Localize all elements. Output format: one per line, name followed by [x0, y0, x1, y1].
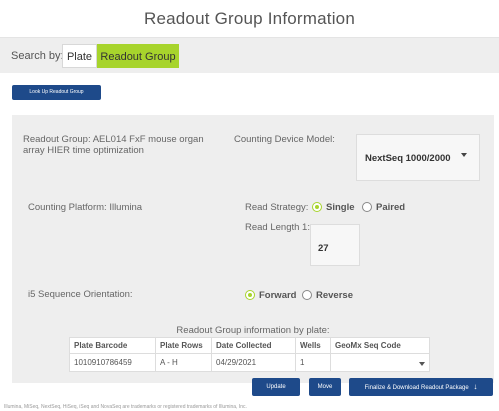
read-strategy-single-label: Single — [326, 202, 355, 213]
readout-group-panel: Readout Group: AEL014 FxF mouse organ ar… — [12, 115, 494, 396]
update-button[interactable]: Update — [252, 378, 300, 396]
wells-cell: 1 — [295, 353, 331, 372]
readout-group-name: Readout Group: AEL014 FxF mouse organ ar… — [23, 134, 204, 156]
chevron-down-icon — [461, 153, 467, 157]
download-arrow-icon: ↓ — [473, 382, 478, 391]
i5-forward-radio[interactable] — [245, 290, 255, 300]
counting-device-value: NextSeq 1000/2000 — [365, 153, 451, 164]
i5-orientation-label: i5 Sequence Orientation: — [28, 289, 133, 300]
read-strategy-paired-radio[interactable] — [362, 202, 372, 212]
finalize-download-button[interactable]: Finalize & Download Readout Package ↓ — [349, 378, 493, 396]
search-by-bar: Search by: Plate Readout Group — [0, 37, 499, 73]
search-readout-group-toggle[interactable]: Readout Group — [97, 44, 179, 68]
date-collected-cell: 04/29/2021 — [211, 353, 296, 372]
plate-barcode-link[interactable]: 1010910786459 — [69, 353, 156, 372]
counting-device-select[interactable]: NextSeq 1000/2000 — [356, 134, 480, 181]
read-strategy-single-radio[interactable] — [312, 202, 322, 212]
read-length-value: 27 — [318, 243, 329, 254]
column-header: Plate Rows — [155, 337, 212, 354]
footer-trademark-text: Illumina, MiSeq, NextSeq, HiSeq, iSeq an… — [4, 404, 247, 410]
geomx-seq-code-select[interactable] — [330, 353, 430, 372]
move-button[interactable]: Move — [309, 378, 341, 396]
table-row: 1010910786459 A - H 04/29/2021 1 — [69, 353, 430, 372]
look-up-readout-group-button[interactable]: Look Up Readout Group — [12, 85, 101, 100]
counting-device-label: Counting Device Model: — [234, 134, 335, 145]
read-strategy-label: Read Strategy: — [245, 202, 309, 213]
finalize-download-label: Finalize & Download Readout Package — [364, 385, 469, 391]
plates-table: Plate Barcode Plate Rows Date Collected … — [69, 337, 430, 372]
read-length-field[interactable]: 27 — [310, 224, 360, 266]
search-by-label: Search by: — [11, 50, 64, 62]
counting-platform: Counting Platform: Illumina — [28, 202, 143, 213]
search-plate-toggle[interactable]: Plate — [62, 44, 97, 68]
column-header: GeoMx Seq Code — [330, 337, 430, 354]
column-header: Wells — [295, 337, 331, 354]
page-title: Readout Group Information — [143, 9, 355, 28]
chevron-down-icon — [419, 361, 425, 366]
read-strategy-paired-label: Paired — [376, 202, 406, 213]
read-length-label: Read Length 1: — [245, 222, 310, 233]
plates-table-title: Readout Group information by plate: — [176, 325, 330, 336]
plate-rows-cell: A - H — [155, 353, 212, 372]
i5-reverse-radio[interactable] — [302, 290, 312, 300]
column-header: Date Collected — [211, 337, 296, 354]
i5-forward-label: Forward — [259, 290, 297, 301]
column-header: Plate Barcode — [69, 337, 156, 354]
i5-reverse-label: Reverse — [316, 290, 353, 301]
